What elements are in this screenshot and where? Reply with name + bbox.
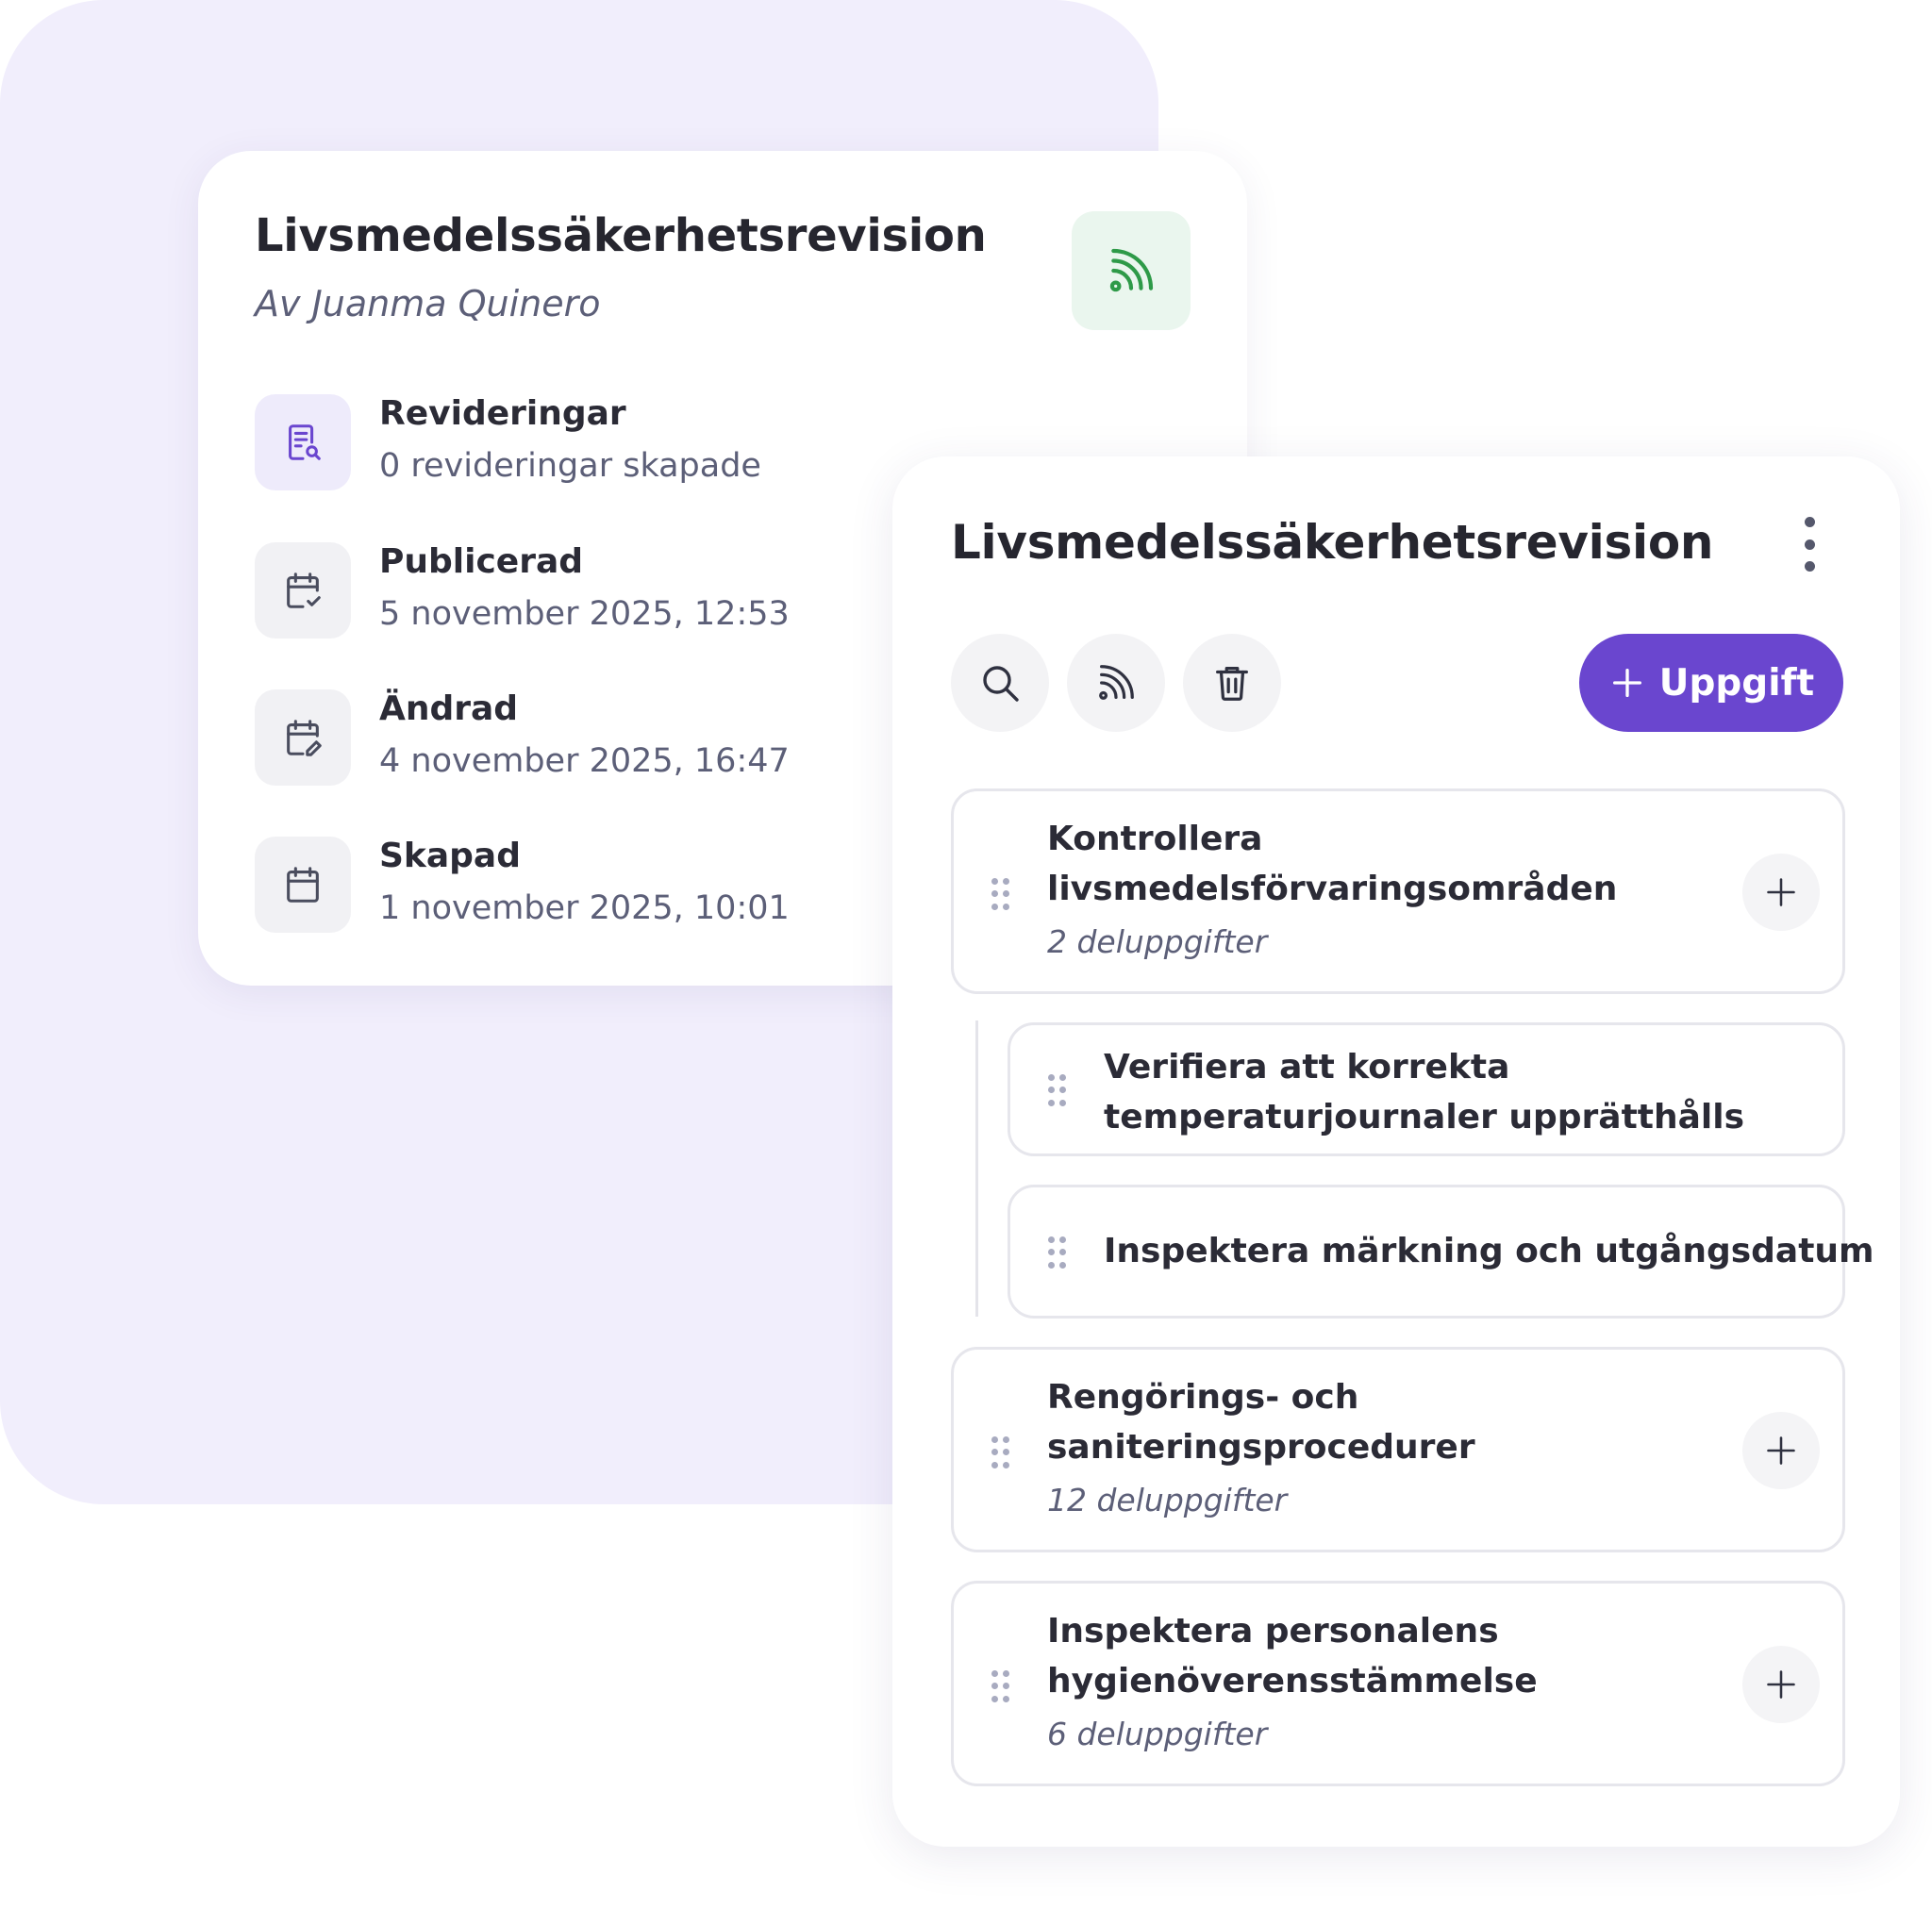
task-item[interactable]: Kontrollera livsmedelsförvaringsområden … xyxy=(951,788,1845,994)
published-status-badge xyxy=(1072,211,1191,330)
drag-handle-icon[interactable] xyxy=(991,878,1009,910)
calendar-icon xyxy=(287,867,319,903)
add-task-button[interactable]: Uppgift xyxy=(1579,634,1843,732)
rss-icon xyxy=(1099,665,1134,700)
meta-value: 1 november 2025, 10:01 xyxy=(379,889,790,927)
task-title: Inspektera personalens hygienöverensstäm… xyxy=(1047,1612,1538,1701)
meta-label: Revideringar xyxy=(379,394,626,433)
task-card-title: Livsmedelssäkerhetsrevision xyxy=(951,515,1714,570)
task-item[interactable]: Rengörings- och saniteringsprocedurer 12… xyxy=(951,1347,1845,1552)
more-options-icon[interactable] xyxy=(1798,517,1821,572)
subtask-item[interactable]: Verifiera att korrekta temperaturjournal… xyxy=(1008,1022,1845,1156)
meta-value: 4 november 2025, 16:47 xyxy=(379,742,790,780)
search-icon xyxy=(983,666,1019,702)
task-title: Inspektera märkning och utgångsdatum xyxy=(1104,1232,1874,1270)
delete-button[interactable] xyxy=(1183,634,1281,732)
add-subtask-button[interactable] xyxy=(1742,854,1820,931)
drag-handle-icon[interactable] xyxy=(1048,1074,1066,1106)
task-title: Verifiera att korrekta temperaturjournal… xyxy=(1104,1048,1745,1137)
info-card-author: Av Juanma Quinero xyxy=(255,283,601,324)
meta-label: Skapad xyxy=(379,837,521,875)
subtask-count: 2 deluppgifter xyxy=(1047,923,1268,960)
subtask-count: 12 deluppgifter xyxy=(1047,1482,1288,1518)
meta-label: Publicerad xyxy=(379,542,584,581)
add-subtask-button[interactable] xyxy=(1742,1412,1820,1489)
plus-icon xyxy=(1767,878,1795,906)
add-subtask-button[interactable] xyxy=(1742,1646,1820,1723)
rss-icon xyxy=(1109,248,1154,292)
plus-icon xyxy=(1612,669,1641,697)
subtask-count: 6 deluppgifter xyxy=(1047,1716,1268,1752)
add-task-label: Uppgift xyxy=(1658,661,1815,705)
document-search-icon xyxy=(289,424,321,460)
task-title: Rengörings- och saniteringsprocedurer xyxy=(1047,1378,1475,1467)
plus-icon xyxy=(1767,1670,1795,1699)
task-item[interactable]: Inspektera personalens hygienöverensstäm… xyxy=(951,1581,1845,1786)
task-list-card: Livsmedelssäkerhetsrevision Uppgift Kont… xyxy=(892,456,1900,1847)
info-card-title: Livsmedelssäkerhetsrevision xyxy=(255,209,987,262)
search-button[interactable] xyxy=(951,634,1049,732)
calendar-check-icon xyxy=(287,572,321,608)
drag-handle-icon[interactable] xyxy=(1048,1236,1066,1269)
drag-handle-icon[interactable] xyxy=(991,1436,1009,1468)
publish-button[interactable] xyxy=(1067,634,1165,732)
calendar-edit-icon xyxy=(287,720,322,756)
meta-label: Ändrad xyxy=(379,689,519,728)
meta-value: 5 november 2025, 12:53 xyxy=(379,595,790,633)
task-title: Kontrollera livsmedelsförvaringsområden xyxy=(1047,820,1618,908)
subtask-connector xyxy=(975,1020,978,1317)
drag-handle-icon[interactable] xyxy=(991,1670,1009,1702)
plus-icon xyxy=(1767,1436,1795,1465)
subtask-item[interactable]: Inspektera märkning och utgångsdatum xyxy=(1008,1185,1874,1319)
meta-value: 0 revideringar skapade xyxy=(379,447,761,485)
trash-icon xyxy=(1216,667,1248,701)
